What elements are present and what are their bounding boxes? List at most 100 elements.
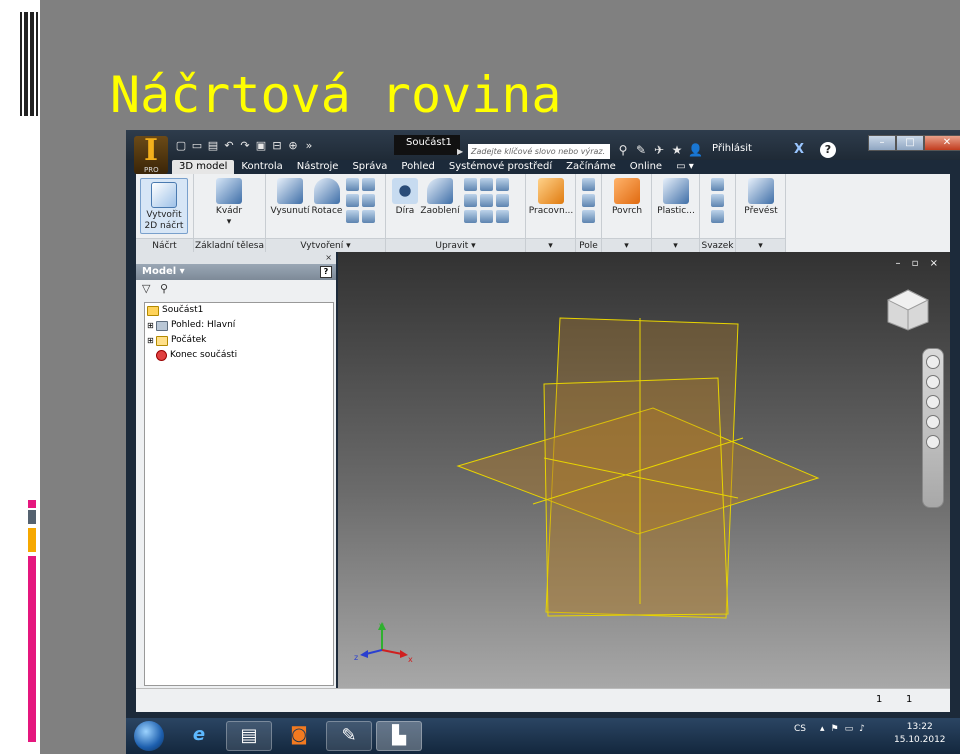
box-dropdown-icon[interactable]: ▾ (204, 217, 254, 228)
tab-8[interactable]: Online (623, 160, 669, 174)
help-button[interactable]: ? (820, 142, 836, 158)
explorer-icon[interactable]: ▤ (226, 721, 272, 751)
tree-row-part[interactable]: Součást1 (145, 303, 333, 318)
close-button[interactable]: ✕ (924, 135, 960, 151)
tab-6[interactable]: Systémové prostředí (442, 160, 559, 174)
viewcube-icon[interactable] (886, 288, 930, 332)
inventor-taskbar-icon[interactable]: ▙ (376, 721, 422, 751)
svg-text:z: z (354, 653, 358, 662)
create-2d-sketch-button[interactable]: Vytvořit 2D náčrt (140, 178, 188, 234)
convert-button[interactable]: Převést (740, 178, 782, 217)
signin-link[interactable]: Přihlásit (712, 143, 752, 154)
split-icon[interactable] (480, 194, 493, 207)
tab-7[interactable]: Začínáme (559, 160, 623, 174)
find-icon[interactable]: ⚲ (160, 282, 168, 295)
look-at-icon[interactable] (926, 435, 940, 449)
loft-icon[interactable] (346, 178, 359, 191)
browser-pin[interactable]: × (136, 252, 336, 264)
sketch-button-line1: Vytvořit (146, 210, 182, 220)
zoom-icon[interactable] (926, 395, 940, 409)
exchange-icon[interactable]: X (794, 142, 808, 158)
coil-icon[interactable] (362, 178, 375, 191)
copy-object-icon[interactable] (480, 210, 493, 223)
hole-button[interactable]: Díra (390, 178, 420, 217)
harness-delete-icon[interactable] (711, 210, 724, 223)
harness-point-icon[interactable] (711, 178, 724, 191)
move-face-icon[interactable] (464, 210, 477, 223)
work-features-button[interactable]: Pracovn... (528, 178, 574, 217)
maximize-button[interactable]: □ (896, 135, 924, 151)
group-harness: Svazek (700, 174, 736, 252)
graphics-window[interactable]: – ▫ × z x y (338, 252, 950, 688)
minimize-button[interactable]: – (868, 135, 896, 151)
rectangular-pattern-icon[interactable] (582, 178, 595, 191)
return-icon[interactable]: ⊟ (270, 139, 284, 153)
expand-icon[interactable]: ⊞ (147, 318, 156, 333)
ribbon-minimize-icon[interactable]: ▭ ▾ (669, 160, 701, 174)
expand-icon[interactable]: ⊞ (147, 333, 156, 348)
draft-icon[interactable] (496, 178, 509, 191)
appearance-icon[interactable]: ▣ (254, 139, 268, 153)
window-controls: – □ ✕ (868, 135, 960, 151)
box-label: Kvádr (215, 206, 243, 216)
paint-icon[interactable]: ✎ (326, 721, 372, 751)
filter-icon[interactable]: ▽ (142, 282, 150, 295)
sweep-icon[interactable] (346, 194, 359, 207)
rib-icon[interactable] (362, 194, 375, 207)
browser-help-icon[interactable]: ? (320, 266, 332, 278)
combine-icon[interactable] (496, 194, 509, 207)
more-icon[interactable]: » (302, 139, 316, 153)
undo-icon[interactable]: ↶ (222, 139, 236, 153)
redo-icon[interactable]: ↷ (238, 139, 252, 153)
chamfer-icon[interactable] (464, 178, 477, 191)
tab-5[interactable]: Pohled (394, 160, 441, 174)
extrude-button[interactable]: Vysunutí (268, 178, 312, 217)
new-icon[interactable]: ▢ (174, 139, 188, 153)
tab-1[interactable]: 3D model (172, 160, 235, 174)
pan-icon[interactable] (926, 375, 940, 389)
circular-pattern-icon[interactable] (582, 194, 595, 207)
tree-row-view[interactable]: ⊞ Pohled: Hlavní (145, 318, 333, 333)
search-expand-icon[interactable]: ▶ (457, 144, 467, 159)
tree-row-end-of-part[interactable]: Konec součásti (145, 348, 333, 363)
box-button[interactable]: Kvádr ▾ (204, 178, 254, 228)
tree-row-origin[interactable]: ⊞ Počátek (145, 333, 333, 348)
plastic-part-button[interactable]: Plastic... (654, 178, 698, 217)
open-icon[interactable]: ▭ (190, 139, 204, 153)
status-count-right: 1 (906, 694, 913, 705)
clock[interactable]: 13:22 15.10.2012 (894, 721, 946, 747)
start-button[interactable] (134, 721, 164, 751)
internet-explorer-icon[interactable]: e (176, 721, 222, 751)
tray-language[interactable]: CS (794, 724, 806, 734)
revolve-button[interactable]: Rotace (310, 178, 344, 217)
search-input[interactable]: Zadejte klíčové slovo nebo výraz. (468, 144, 610, 159)
shell-icon[interactable] (480, 178, 493, 191)
star-icon[interactable]: ★ (670, 142, 684, 158)
derive-icon[interactable] (362, 210, 375, 223)
decor-bar-pink-long (28, 556, 36, 742)
tray-icons[interactable]: ▴⚑▭♪ (820, 724, 871, 734)
group-label-pattern: Pole (576, 238, 601, 252)
satellite-icon[interactable]: ✈ (652, 142, 666, 158)
binoculars-icon[interactable]: ⚲ (616, 142, 630, 158)
thread-icon[interactable] (464, 194, 477, 207)
move-bodies-icon[interactable] (496, 210, 509, 223)
tab-3[interactable]: Nástroje (290, 160, 346, 174)
harness-edit-icon[interactable] (711, 194, 724, 207)
tab-2[interactable]: Kontrola (234, 160, 289, 174)
mirror-icon[interactable] (582, 210, 595, 223)
wrench-icon[interactable]: ✎ (634, 142, 648, 158)
status-count-left: 1 (876, 694, 883, 705)
orbit-icon[interactable] (926, 415, 940, 429)
update-icon[interactable]: ⊕ (286, 139, 300, 153)
tab-4[interactable]: Správa (345, 160, 394, 174)
fillet-button[interactable]: Zaoblení (420, 178, 460, 217)
media-player-icon[interactable]: ◙ (276, 721, 322, 751)
document-title: Součást1 (394, 135, 460, 155)
surface-button[interactable]: Povrch (608, 178, 646, 217)
browser-header[interactable]: Model ▾ ? (136, 264, 336, 280)
emboss-icon[interactable] (346, 210, 359, 223)
save-icon[interactable]: ▤ (206, 139, 220, 153)
hole-label: Díra (395, 206, 415, 216)
steering-wheel-icon[interactable] (926, 355, 940, 369)
